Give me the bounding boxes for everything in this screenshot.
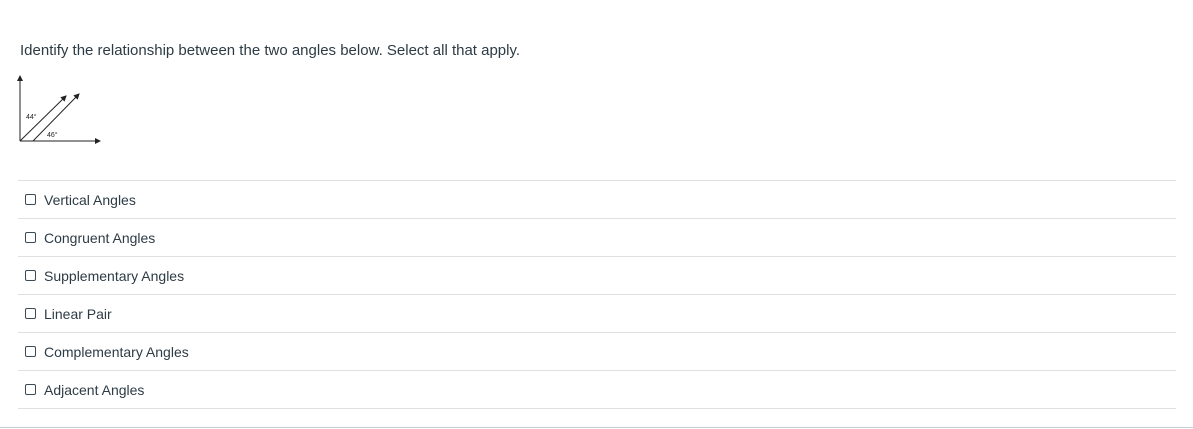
answer-label: Adjacent Angles <box>44 381 145 398</box>
angle-lower-label: 46° <box>47 131 58 139</box>
answer-label: Congruent Angles <box>44 229 156 246</box>
answer-option-congruent-angles[interactable]: Congruent Angles <box>18 219 1176 257</box>
checkbox[interactable] <box>25 194 36 205</box>
answer-label: Complementary Angles <box>44 343 189 360</box>
bottom-divider <box>0 427 1193 428</box>
answer-option-supplementary-angles[interactable]: Supplementary Angles <box>18 257 1176 295</box>
question-prompt: Identify the relationship between the tw… <box>20 42 521 59</box>
answer-label: Supplementary Angles <box>44 267 185 284</box>
answer-label: Linear Pair <box>44 305 112 322</box>
checkbox[interactable] <box>25 346 36 357</box>
checkbox[interactable] <box>25 232 36 243</box>
angle-diagram: 44° 46° <box>17 75 101 144</box>
angle-upper-label: 44° <box>26 113 37 121</box>
answer-label: Vertical Angles <box>44 191 136 208</box>
quiz-question-page: Identify the relationship between the tw… <box>0 0 1193 429</box>
checkbox[interactable] <box>25 270 36 281</box>
answer-option-vertical-angles[interactable]: Vertical Angles <box>18 181 1176 219</box>
checkbox[interactable] <box>25 384 36 395</box>
checkbox[interactable] <box>25 308 36 319</box>
answer-option-complementary-angles[interactable]: Complementary Angles <box>18 333 1176 371</box>
answer-option-adjacent-angles[interactable]: Adjacent Angles <box>18 371 1176 409</box>
answer-option-linear-pair[interactable]: Linear Pair <box>18 295 1176 333</box>
answer-list: Vertical Angles Congruent Angles Supplem… <box>18 180 1176 409</box>
